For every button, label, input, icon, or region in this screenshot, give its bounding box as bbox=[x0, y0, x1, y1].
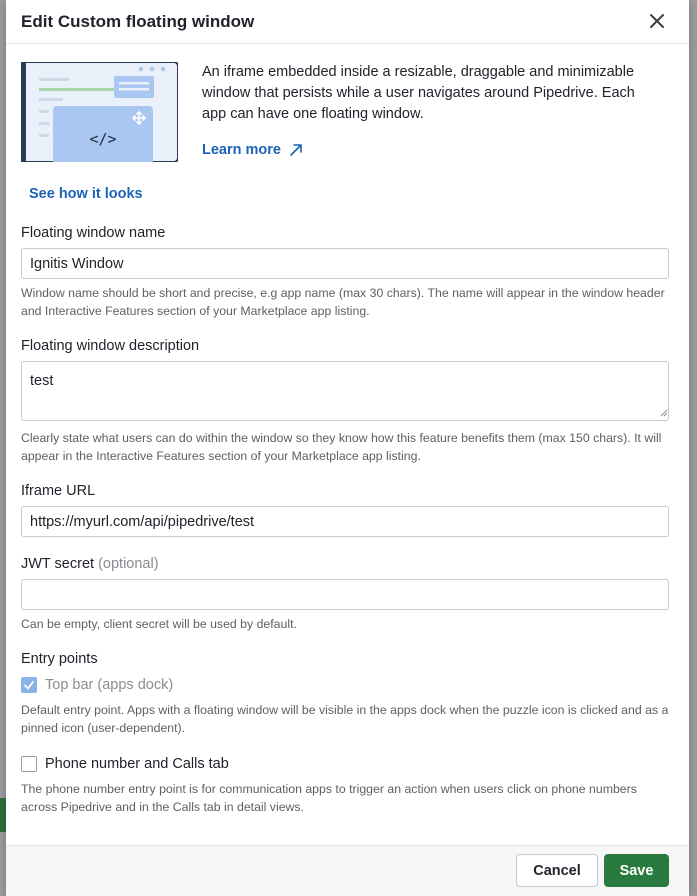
top-bar-option: Top bar (apps dock) bbox=[21, 677, 173, 693]
top-bar-label: Top bar (apps dock) bbox=[45, 677, 174, 693]
cancel-button[interactable]: Cancel bbox=[516, 854, 598, 887]
background-right bbox=[689, 0, 697, 896]
arrow-up-right-icon bbox=[290, 144, 302, 156]
name-field[interactable] bbox=[21, 248, 669, 279]
check-icon bbox=[24, 681, 34, 690]
intro-description: An iframe embedded inside a resizable, d… bbox=[202, 64, 635, 122]
description-label: Floating window description bbox=[21, 338, 200, 354]
learn-more-label: Learn more bbox=[202, 142, 281, 158]
edit-floating-window-modal: Edit Custom floating window </> An ifram… bbox=[6, 0, 689, 896]
top-bar-hint: Default entry point. Apps with a floatin… bbox=[21, 703, 669, 735]
modal-title: Edit Custom floating window bbox=[21, 12, 255, 31]
description-hint: Clearly state what users can do within t… bbox=[21, 431, 662, 463]
save-button[interactable]: Save bbox=[604, 854, 669, 887]
jwt-secret-label: JWT secret (optional) bbox=[21, 556, 159, 572]
name-label: Floating window name bbox=[21, 225, 166, 241]
resize-handle-icon[interactable] bbox=[660, 409, 668, 417]
phone-hint: The phone number entry point is for comm… bbox=[21, 782, 637, 814]
code-icon: </> bbox=[89, 130, 116, 148]
learn-more-link[interactable]: Learn more bbox=[202, 142, 303, 158]
phone-label: Phone number and Calls tab bbox=[45, 756, 229, 772]
jwt-secret-label-text: JWT secret bbox=[21, 556, 95, 572]
floating-window-illustration: </> bbox=[21, 62, 178, 162]
phone-checkbox[interactable] bbox=[21, 756, 37, 772]
phone-option: Phone number and Calls tab bbox=[21, 756, 229, 772]
description-field[interactable]: test bbox=[21, 361, 669, 421]
jwt-secret-hint: Can be empty, client secret will be used… bbox=[21, 617, 297, 631]
optional-tag: (optional) bbox=[98, 556, 159, 572]
entry-points-label: Entry points bbox=[21, 651, 98, 667]
top-bar-checkbox[interactable] bbox=[21, 677, 37, 693]
see-how-it-looks-link[interactable]: See how it looks bbox=[29, 186, 143, 202]
close-icon[interactable] bbox=[646, 10, 668, 32]
jwt-secret-field[interactable] bbox=[21, 579, 669, 610]
iframe-url-label: Iframe URL bbox=[21, 483, 96, 499]
modal-footer: Cancel Save bbox=[6, 845, 689, 896]
iframe-url-field[interactable] bbox=[21, 506, 669, 537]
name-hint: Window name should be short and precise,… bbox=[21, 286, 665, 318]
modal-header: Edit Custom floating window bbox=[6, 0, 689, 44]
